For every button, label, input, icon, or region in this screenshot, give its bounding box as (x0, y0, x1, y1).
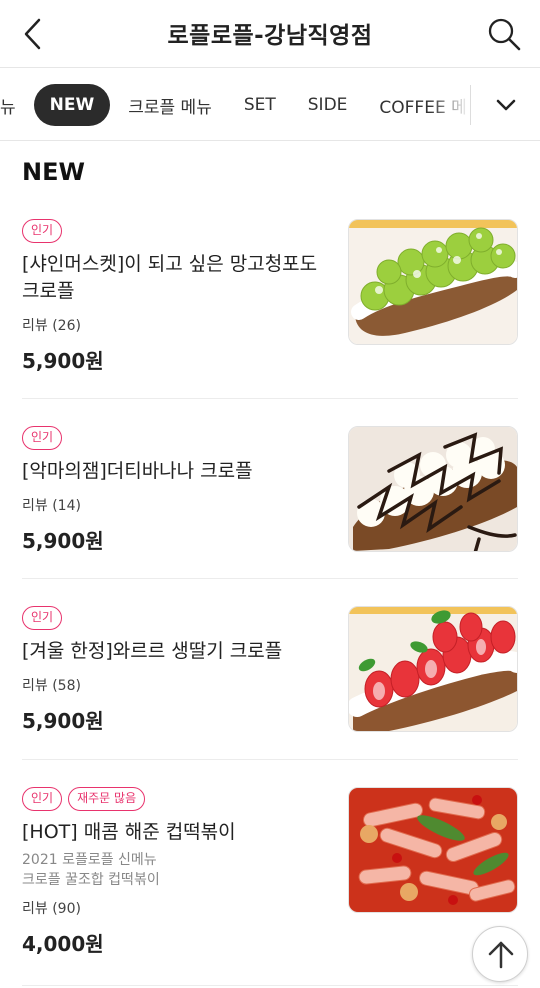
menu-item-name: [샤인머스켓]이 되고 싶은 망고청포도 크로플 (22, 253, 318, 302)
menu-item[interactable]: 인기 [겨울 한정]와르르 생딸기 크로플 리뷰 (58) 5,900원 (22, 606, 518, 734)
croffle-image (349, 607, 517, 731)
search-icon (488, 18, 521, 51)
chevron-left-icon (24, 18, 41, 50)
item-divider (22, 985, 518, 986)
menu-item[interactable]: 인기 [샤인머스켓]이 되고 싶은 망고청포도 크로플 리뷰 (26) 5,90… (22, 219, 518, 374)
tab-croffle-menu[interactable]: 크로플 메뉴 (112, 83, 228, 128)
chevron-down-icon (496, 99, 516, 111)
menu-item-image[interactable] (348, 606, 518, 732)
category-tabs[interactable]: 뉴 NEW 크로플 메뉴 SET SIDE COFFEE 메 (0, 69, 470, 140)
scroll-to-top-button[interactable] (472, 926, 528, 982)
menu-item[interactable]: 인기 재주문 많음 [HOT] 매콤 해준 컵떡볶이 2021 로플로플 신메뉴… (22, 787, 518, 957)
item-divider (22, 759, 518, 760)
popular-badge: 인기 (22, 219, 63, 243)
page-title: 로플로플-강남직영점 (167, 23, 373, 49)
menu-item-price: 5,900원 (22, 349, 104, 373)
tab-side[interactable]: SIDE (292, 85, 364, 125)
arrow-up-icon (488, 941, 514, 969)
popular-badge: 인기 (22, 426, 63, 450)
expand-categories-button[interactable] (488, 89, 524, 121)
menu-item[interactable]: 인기 [악마의잼]더티바나나 크로플 리뷰 (14) 5,900원 (22, 426, 518, 554)
back-button[interactable] (14, 14, 54, 54)
search-button[interactable] (482, 12, 526, 56)
menu-item-name: [악마의잼]더티바나나 크로플 (22, 460, 253, 482)
popular-badge: 인기 (22, 787, 63, 811)
tab-set[interactable]: SET (228, 85, 292, 125)
item-divider (22, 578, 518, 579)
popular-badge: 인기 (22, 606, 63, 630)
reorder-badge: 재주문 많음 (68, 787, 146, 811)
menu-item-description: 2021 로플로플 신메뉴 크로플 꿀조합 컵떡볶이 (22, 852, 160, 888)
section-title: NEW (22, 158, 85, 186)
tteokbokki-image (349, 788, 517, 912)
menu-item-price: 4,000원 (22, 932, 104, 956)
top-app-bar: 로플로플-강남직영점 (0, 0, 540, 68)
category-tab-bar: 뉴 NEW 크로플 메뉴 SET SIDE COFFEE 메 (0, 69, 540, 141)
croffle-image (349, 220, 517, 344)
menu-item-image[interactable] (348, 426, 518, 552)
menu-item-image[interactable] (348, 219, 518, 345)
item-divider (22, 398, 518, 399)
menu-item-image[interactable] (348, 787, 518, 913)
tab-fade (430, 69, 470, 140)
tab-previous-partial[interactable]: 뉴 (0, 83, 32, 128)
menu-item-name: [겨울 한정]와르르 생딸기 크로플 (22, 640, 283, 662)
menu-item-name: [HOT] 매콤 해준 컵떡볶이 (22, 821, 236, 843)
croffle-image (349, 427, 517, 551)
tab-new[interactable]: NEW (33, 84, 111, 126)
tab-divider (470, 85, 471, 125)
